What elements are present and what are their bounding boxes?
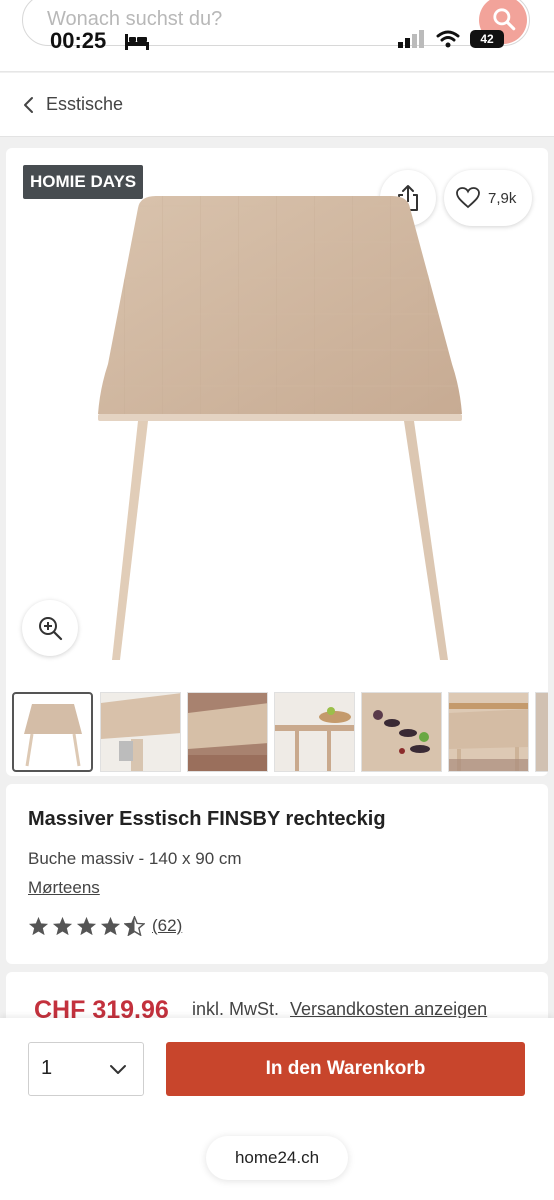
brand-link[interactable]: Mørteens — [28, 878, 100, 898]
rating-count[interactable]: (62) — [152, 916, 182, 936]
product-title: Massiver Esstisch FINSBY rechteckig — [28, 808, 386, 830]
product-gallery: HOMIE DAYS 7,9k — [6, 148, 548, 776]
thumbnail-3[interactable] — [187, 692, 268, 772]
thumbnail-6[interactable] — [448, 692, 529, 772]
signal-icon — [398, 30, 424, 48]
product-subtitle: Buche massiv - 140 x 90 cm — [28, 849, 242, 868]
thumbnail-2[interactable] — [100, 692, 181, 772]
star-full-icon — [100, 916, 121, 936]
product-image[interactable] — [86, 188, 476, 668]
product-info-card: Massiver Esstisch FINSBY rechteckig Buch… — [6, 784, 548, 964]
wifi-icon — [436, 30, 460, 48]
search-icon — [493, 8, 516, 31]
rating[interactable]: (62) — [28, 916, 182, 936]
thumbnail-image — [449, 703, 528, 771]
breadcrumb-label[interactable]: Esstische — [46, 94, 123, 115]
quantity-select[interactable]: 1 — [28, 1042, 144, 1096]
sleep-mode-icon — [125, 34, 149, 50]
thumbnail-5[interactable] — [361, 692, 442, 772]
star-half-icon — [124, 916, 145, 936]
thumbnail-image — [188, 703, 267, 771]
thumbnail-image — [275, 707, 354, 771]
zoom-button[interactable] — [22, 600, 78, 656]
wishlist-count: 7,9k — [488, 189, 517, 207]
thumbnail-image — [373, 710, 430, 754]
url-bar[interactable]: home24.ch — [206, 1136, 348, 1180]
quantity-value: 1 — [41, 1057, 53, 1079]
top-bar: Wonach suchst du? 00:25 42 — [0, 0, 554, 72]
add-to-cart-bar: 1 In den Warenkorb — [0, 1018, 554, 1116]
breadcrumb[interactable]: Esstische — [0, 73, 554, 137]
thumbnail-image — [24, 704, 82, 767]
thumbnail-1[interactable] — [12, 692, 93, 772]
browser-bottom-bar: home24.ch — [0, 1116, 554, 1200]
add-to-cart-button[interactable]: In den Warenkorb — [166, 1042, 525, 1096]
tax-note: inkl. MwSt. — [192, 999, 280, 1019]
status-indicators: 42 — [398, 30, 504, 48]
star-full-icon — [28, 916, 49, 936]
shipping-costs-link[interactable]: Versandkosten anzeigen — [290, 999, 487, 1020]
chevron-down-icon — [110, 1065, 126, 1074]
star-full-icon — [76, 916, 97, 936]
status-time: 00:25 — [50, 28, 107, 53]
zoom-in-icon — [39, 617, 63, 641]
star-full-icon — [52, 916, 73, 936]
chevron-left-icon — [24, 96, 33, 113]
thumbnail-strip[interactable] — [12, 690, 548, 774]
thumbnail-4[interactable] — [274, 692, 355, 772]
thumbnail-image — [101, 693, 180, 771]
battery-indicator: 42 — [470, 30, 504, 48]
thumbnail-7[interactable] — [535, 692, 548, 772]
